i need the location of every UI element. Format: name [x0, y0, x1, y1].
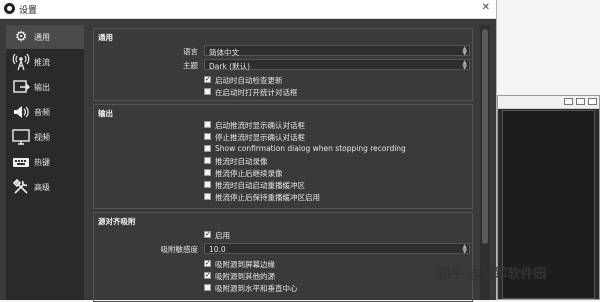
theme-select[interactable]: Dark (默认) ▲ ▼	[204, 59, 470, 71]
sidebar-item-audio[interactable]: 音频	[6, 100, 84, 124]
gear-icon: ⚙	[14, 29, 28, 45]
snapping-group: 源对齐吸附 启用 吸附敏感度 10.0 ▲▼ 吸附源到屏幕边缘 吸附源到其他的源	[93, 212, 473, 302]
checkbox-label: 停止推流时显示确认对话框	[215, 133, 305, 142]
sidebar-item-label: 输出	[34, 83, 50, 92]
theme-value: Dark (默认)	[209, 62, 251, 71]
settings-content: 通用 语言 简体中文 ▲▼ 主题 Dark (默认) ▲▼ 启动时自动检查更新	[88, 25, 476, 302]
close-button[interactable]	[588, 98, 597, 105]
sidebar-item-general[interactable]: ⚙ 通用	[6, 25, 84, 49]
sidebar-item-advanced[interactable]: 高级	[6, 175, 84, 199]
checkbox-label: 启动时自动检查更新	[215, 76, 283, 85]
sidebar-item-label: 音频	[34, 108, 50, 117]
checkbox[interactable]	[204, 145, 211, 152]
sidebar-item-stream[interactable]: 推流	[6, 50, 84, 74]
checkbox-label: 推流时自动录像	[215, 157, 268, 166]
settings-sidebar: ⚙ 通用 推流 输出 音频 视频 热键 高级	[6, 25, 84, 300]
checkbox[interactable]	[204, 259, 211, 267]
checkbox[interactable]	[204, 88, 211, 95]
language-value: 简体中文	[209, 48, 239, 57]
settings-client: ⚙ 通用 推流 输出 音频 视频 热键 高级 通用 语言 简体中文 ▲ ▼ 主题…	[0, 19, 496, 302]
checkbox-label: 在启动时打开统计对话框	[215, 88, 298, 97]
tools-icon	[11, 178, 31, 196]
sidebar-item-label: 视频	[34, 133, 50, 142]
output-group: 输出 启动推流时显示确认对话框 停止推流时显示确认对话框 Show confir…	[93, 104, 473, 209]
sidebar-item-label: 通用	[34, 33, 50, 42]
checkbox[interactable]	[204, 284, 211, 291]
general-group: 通用 语言 简体中文 ▲▼ 主题 Dark (默认) ▲▼ 启动时自动检查更新	[93, 28, 473, 101]
watermark: 知乎 @华军软件园	[438, 267, 547, 282]
checkbox[interactable]	[204, 169, 211, 176]
spin-arrows-icon: ▲ ▼	[462, 243, 467, 255]
checkbox-label: 推流停止后继续录像	[215, 169, 283, 178]
sidebar-item-label: 推流	[34, 58, 50, 67]
checkbox-label: 启用	[215, 231, 230, 240]
titlebar: 设置 ✕	[0, 0, 496, 19]
group-title: 输出	[98, 109, 113, 118]
checkbox[interactable]	[204, 121, 211, 128]
checkbox-label: 启动推流时显示确认对话框	[215, 121, 305, 130]
group-title: 通用	[98, 33, 113, 42]
keyboard-icon	[11, 153, 31, 171]
output-icon	[11, 78, 31, 96]
sensitivity-spinbox[interactable]: 10.0 ▲ ▼	[204, 243, 470, 255]
checkbox-label: Show confirmation dialog when stopping r…	[215, 144, 406, 153]
language-label: 语言	[183, 47, 198, 56]
checkbox-label: 吸附源到水平和垂直中心	[215, 284, 298, 293]
checkbox-label: 吸附源到屏幕边缘	[215, 260, 275, 269]
checkbox[interactable]	[204, 193, 211, 200]
checkbox-label: 推流停止后保持重播缓冲区启用	[215, 193, 320, 202]
sensitivity-label: 吸附敏感度	[160, 245, 199, 254]
sidebar-item-output[interactable]: 输出	[6, 75, 84, 99]
checkbox[interactable]	[204, 271, 211, 279]
language-select[interactable]: 简体中文 ▲ ▼	[204, 45, 470, 57]
sidebar-item-hotkeys[interactable]: 热键	[6, 150, 84, 174]
sidebar-item-label: 高级	[34, 183, 50, 192]
maximize-button[interactable]	[576, 98, 585, 105]
checkbox[interactable]	[204, 157, 211, 164]
theme-label: 主题	[183, 61, 198, 70]
sensitivity-value: 10.0	[209, 245, 226, 254]
checkbox[interactable]	[204, 133, 211, 140]
sidebar-item-video[interactable]: 视频	[6, 125, 84, 149]
monitor-icon	[11, 128, 31, 146]
window-title: 设置	[19, 6, 38, 16]
spin-arrows-icon: ▲ ▼	[462, 59, 467, 71]
spin-arrows-icon: ▲ ▼	[462, 45, 467, 57]
scrollbar-thumb[interactable]	[482, 29, 488, 244]
background-window-titlebar	[498, 96, 599, 109]
checkbox[interactable]	[204, 230, 211, 238]
minimize-button[interactable]	[564, 98, 573, 105]
content-scrollbar[interactable]	[480, 25, 490, 300]
close-icon[interactable]: ✕	[482, 2, 490, 13]
speaker-icon	[11, 103, 31, 121]
checkbox-label: 吸附源到其他的源	[215, 272, 275, 281]
group-title: 源对齐吸附	[98, 217, 136, 226]
broadcast-icon	[11, 53, 31, 71]
checkbox-label: 推流时自动启动重播缓冲区	[215, 181, 305, 190]
checkbox[interactable]	[204, 181, 211, 188]
checkbox[interactable]	[204, 75, 211, 83]
settings-window: 设置 ✕ ⚙ 通用 推流 输出 音频 视频 热键 高级 通用 语言 简体中文 ▲…	[0, 0, 497, 302]
obs-logo-icon	[4, 3, 15, 14]
sidebar-item-label: 热键	[34, 158, 50, 167]
